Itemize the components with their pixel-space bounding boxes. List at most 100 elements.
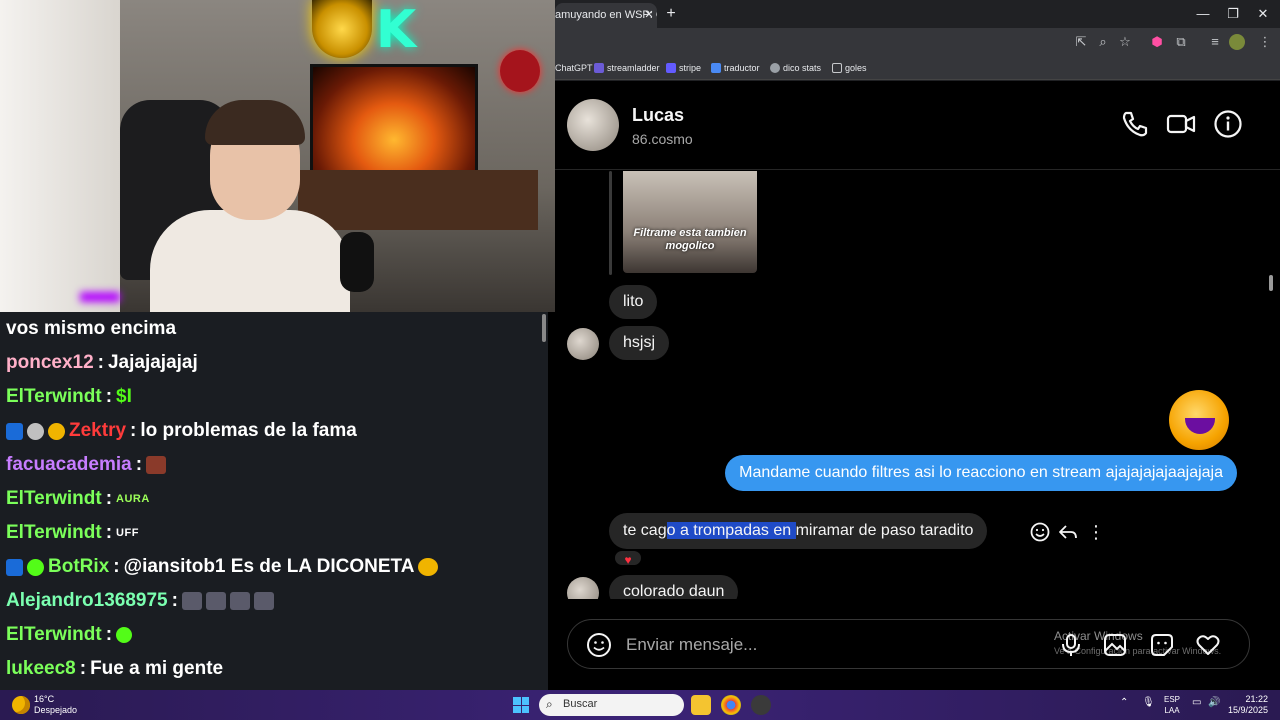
chat-username[interactable]: ElTerwindt	[6, 618, 102, 652]
more-options-icon[interactable]: ⋮	[1085, 521, 1107, 543]
close-tab-icon[interactable]: ✕	[642, 3, 656, 28]
tray-overflow-icon[interactable]: ⌃	[1120, 697, 1128, 708]
weather-moon-icon[interactable]	[12, 696, 30, 714]
message-bubble-incoming[interactable]: colorado daun	[609, 575, 739, 599]
emote-icon	[253, 592, 274, 610]
chat-text: vos mismo encima	[6, 318, 177, 339]
profile-avatar[interactable]	[1229, 34, 1245, 50]
bookmark-goles[interactable]: goles	[832, 60, 867, 76]
bookmark-traductor[interactable]: traductor	[711, 60, 760, 76]
search-label: Buscar	[563, 698, 598, 710]
verified-badge-icon	[6, 558, 23, 576]
chat-scrollbar[interactable]	[540, 312, 548, 692]
bookmark-dico-stats[interactable]: dico stats	[770, 60, 821, 76]
microphone	[340, 232, 374, 292]
windows-taskbar: 16°C Despejado ⌕ Buscar ⌃ 🎙 ESP LAA ▭ 🔊 …	[0, 690, 1280, 720]
file-explorer-icon[interactable]	[691, 695, 711, 715]
chat-username[interactable]: Zektry	[69, 414, 126, 448]
bookmark-stripe[interactable]: stripe	[666, 60, 701, 76]
emoji-mouth	[1185, 418, 1215, 434]
chat-username[interactable]: poncex12	[6, 346, 94, 380]
browser-window: amuyando en WSP: Co ✕ + — ❐ ✕ ⇱ ⌕ ☆ ⬢ ⧉ …	[555, 0, 1280, 690]
minimize-icon[interactable]: —	[1189, 4, 1217, 24]
fireplace-tv	[310, 64, 478, 174]
chat-username[interactable]: ElTerwindt	[6, 482, 102, 516]
network-icon[interactable]: ▭	[1192, 697, 1201, 708]
thread-scrollbar[interactable]	[1268, 171, 1274, 599]
wall	[0, 0, 120, 312]
tab-active[interactable]: amuyando en WSP: Co ✕	[555, 3, 657, 28]
reply-icon[interactable]	[1057, 521, 1079, 543]
folder-icon	[832, 63, 842, 73]
chat-username[interactable]: lukeec8	[6, 652, 76, 686]
extension-shield-icon[interactable]: ⬢	[1147, 32, 1167, 52]
chat-scroll-thumb[interactable]	[542, 314, 546, 342]
taskbar-search[interactable]: ⌕ Buscar	[539, 694, 684, 716]
heart-like-icon[interactable]	[1195, 632, 1221, 658]
volume-icon[interactable]: 🔊	[1208, 697, 1220, 708]
shared-story-image[interactable]: Filtrame esta tambien mogolico	[623, 171, 757, 273]
new-tab-icon[interactable]: +	[663, 4, 679, 24]
info-icon[interactable]	[1213, 109, 1243, 139]
contact-small-avatar	[567, 577, 599, 599]
thread-scroll-thumb[interactable]	[1269, 275, 1273, 291]
restore-icon[interactable]: ❐	[1219, 4, 1247, 24]
windows-start-icon[interactable]	[513, 697, 529, 713]
chat-text: lo problemas de la fama	[140, 420, 357, 441]
cast-icon[interactable]: ⇱	[1071, 32, 1091, 52]
instagram-dm: Lucas 86.cosmo Filtrame esta tambien mog…	[555, 81, 1280, 690]
stream-chat[interactable]: vos mismo encima poncex12 : Jajajajajaj …	[0, 312, 548, 692]
emote-icon	[205, 592, 226, 610]
chat-message: ElTerwindt : UFF	[6, 516, 548, 550]
emote-icon	[229, 592, 250, 610]
tray-mic-icon[interactable]: 🎙	[1142, 697, 1155, 708]
chat-username[interactable]: ElTerwindt	[6, 516, 102, 550]
clock[interactable]: 21:22 15/9/2025	[1228, 694, 1268, 716]
extensions-puzzle-icon[interactable]: ⧉	[1171, 32, 1191, 52]
bookmark-chatgpt[interactable]: ChatGPT	[555, 60, 593, 76]
contact-username: 86.cosmo	[632, 131, 693, 147]
emote-icon	[146, 456, 167, 474]
contact-avatar[interactable]	[567, 99, 619, 151]
chat-message: lukeec8 : Fue a mi gente	[6, 652, 548, 686]
video-call-icon[interactable]	[1166, 109, 1196, 139]
heart-reaction-icon[interactable]: ♥	[613, 549, 643, 567]
chat-username[interactable]: Alejandro1368975	[6, 584, 168, 618]
message-bubble-incoming[interactable]: hsjsj	[609, 326, 670, 360]
chat-username[interactable]: ElTerwindt	[6, 380, 102, 414]
contact-name[interactable]: Lucas	[632, 105, 684, 126]
message-bubble-incoming[interactable]: lito	[609, 285, 658, 319]
message-thread[interactable]: Filtrame esta tambien mogolico lito hsjs…	[555, 171, 1267, 599]
message-bubble-outgoing[interactable]: Mandame cuando filtres asi lo reacciono …	[725, 455, 1237, 491]
emoji-picker-icon[interactable]	[586, 632, 612, 658]
story-caption: Filtrame esta tambien mogolico	[633, 227, 747, 252]
chat-emote-text: $I	[116, 386, 132, 407]
chrome-icon[interactable]	[721, 695, 741, 715]
bookmark-star-icon[interactable]: ☆	[1115, 32, 1135, 52]
search-icon: ⌕	[546, 697, 553, 711]
react-emoji-icon[interactable]	[1029, 521, 1051, 543]
contact-small-avatar	[567, 328, 599, 360]
message-input[interactable]	[626, 634, 1026, 656]
chat-text: Jajajajajaj	[107, 352, 198, 373]
obs-icon[interactable]	[751, 695, 771, 715]
gift-badge-icon	[48, 422, 65, 440]
chat-message: ElTerwindt : AURA	[6, 482, 548, 516]
zoom-icon[interactable]: ⌕	[1093, 32, 1113, 52]
message-bubble-incoming[interactable]: te cago a trompadas en miramar de paso t…	[609, 513, 988, 549]
media-control-icon[interactable]: ≡	[1205, 32, 1225, 52]
stripe-icon	[666, 63, 676, 73]
menu-kebab-icon[interactable]: ⋮	[1255, 32, 1275, 52]
chat-username[interactable]: BotRix	[48, 550, 109, 584]
browser-toolbar: ⇱ ⌕ ☆ ⬢ ⧉ ≡ ⋮	[555, 28, 1280, 56]
dm-header: Lucas 86.cosmo	[555, 81, 1280, 170]
language-indicator[interactable]: ESP LAA	[1164, 694, 1180, 716]
phone-call-icon[interactable]	[1120, 109, 1150, 139]
image-upload-icon[interactable]	[1102, 632, 1128, 658]
tab-bar: amuyando en WSP: Co ✕ + — ❐ ✕	[555, 0, 1280, 28]
sticker-icon[interactable]	[1149, 632, 1175, 658]
close-window-icon[interactable]: ✕	[1249, 4, 1277, 24]
bookmark-streamladder[interactable]: streamladder	[594, 60, 660, 76]
chat-username[interactable]: facuacademia	[6, 448, 132, 482]
microphone-icon[interactable]	[1058, 632, 1084, 658]
